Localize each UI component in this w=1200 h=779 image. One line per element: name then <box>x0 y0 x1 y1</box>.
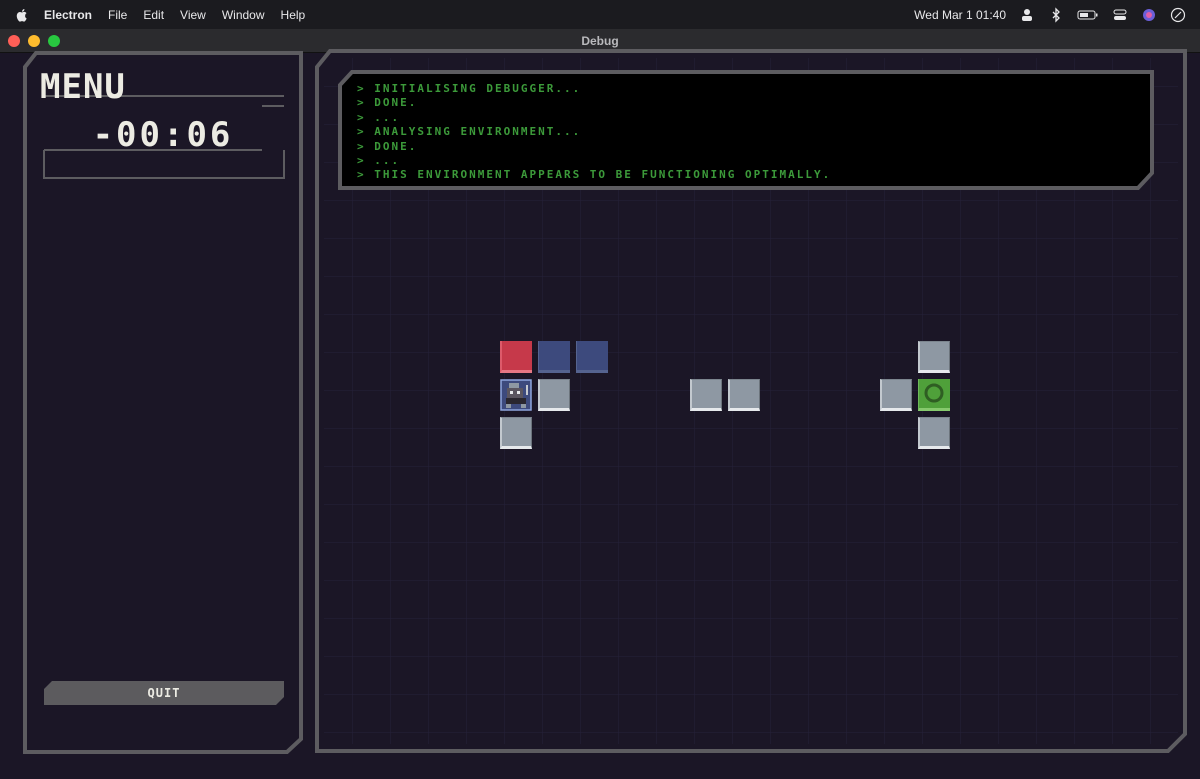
quit-button[interactable]: QUIT <box>44 681 284 705</box>
goal-ring-icon <box>924 383 944 403</box>
grey-block <box>918 417 950 449</box>
goal-tile <box>918 379 950 411</box>
console-line: > DONE. <box>357 139 418 153</box>
minimize-button[interactable] <box>28 35 40 47</box>
console-line: > ... <box>357 110 401 124</box>
bluetooth-icon[interactable] <box>1048 6 1064 23</box>
menu-app-name[interactable]: Electron <box>44 8 92 22</box>
console-line: > ANALYSING ENVIRONMENT... <box>357 125 582 139</box>
grey-block <box>880 379 912 411</box>
timer-display: -00:06 <box>92 115 234 155</box>
menu-window[interactable]: Window <box>222 8 265 22</box>
grey-block <box>500 417 532 449</box>
control-center-icon[interactable] <box>1112 7 1128 23</box>
menu-view[interactable]: View <box>180 8 206 22</box>
blue-block <box>576 341 608 373</box>
menu-panel-frame <box>23 51 303 754</box>
close-button[interactable] <box>8 35 20 47</box>
console-line: > INITIALISING DEBUGGER... <box>357 82 582 95</box>
menu-edit[interactable]: Edit <box>143 8 164 22</box>
menu-help[interactable]: Help <box>281 8 306 22</box>
grey-block <box>918 341 950 373</box>
debug-console: > INITIALISING DEBUGGER... > DONE. > ...… <box>357 82 1137 183</box>
battery-icon[interactable] <box>1077 7 1099 23</box>
menu-file[interactable]: File <box>108 8 127 22</box>
menubar-clock[interactable]: Wed Mar 1 01:40 <box>914 8 1006 22</box>
grey-block <box>690 379 722 411</box>
console-line: > THIS ENVIRONMENT APPEARS TO BE FUNCTIO… <box>357 168 832 182</box>
grey-block <box>538 379 570 411</box>
player-robot <box>500 379 532 411</box>
blue-block <box>538 341 570 373</box>
window-title: Debug <box>581 33 619 48</box>
user-icon[interactable] <box>1019 7 1035 23</box>
siri-icon[interactable] <box>1141 7 1157 23</box>
red-block <box>500 341 532 373</box>
apple-icon[interactable] <box>14 7 30 23</box>
zoom-button[interactable] <box>48 35 60 47</box>
console-line: > DONE. <box>357 96 418 110</box>
grey-block <box>728 379 760 411</box>
robot-icon <box>500 379 532 411</box>
safari-compass-icon[interactable] <box>1170 7 1186 23</box>
console-line: > ... <box>357 154 401 168</box>
traffic-lights <box>8 35 60 47</box>
menu-title: MENU <box>40 67 126 107</box>
menu-bar: Electron File Edit View Window Help Wed … <box>0 0 1200 29</box>
